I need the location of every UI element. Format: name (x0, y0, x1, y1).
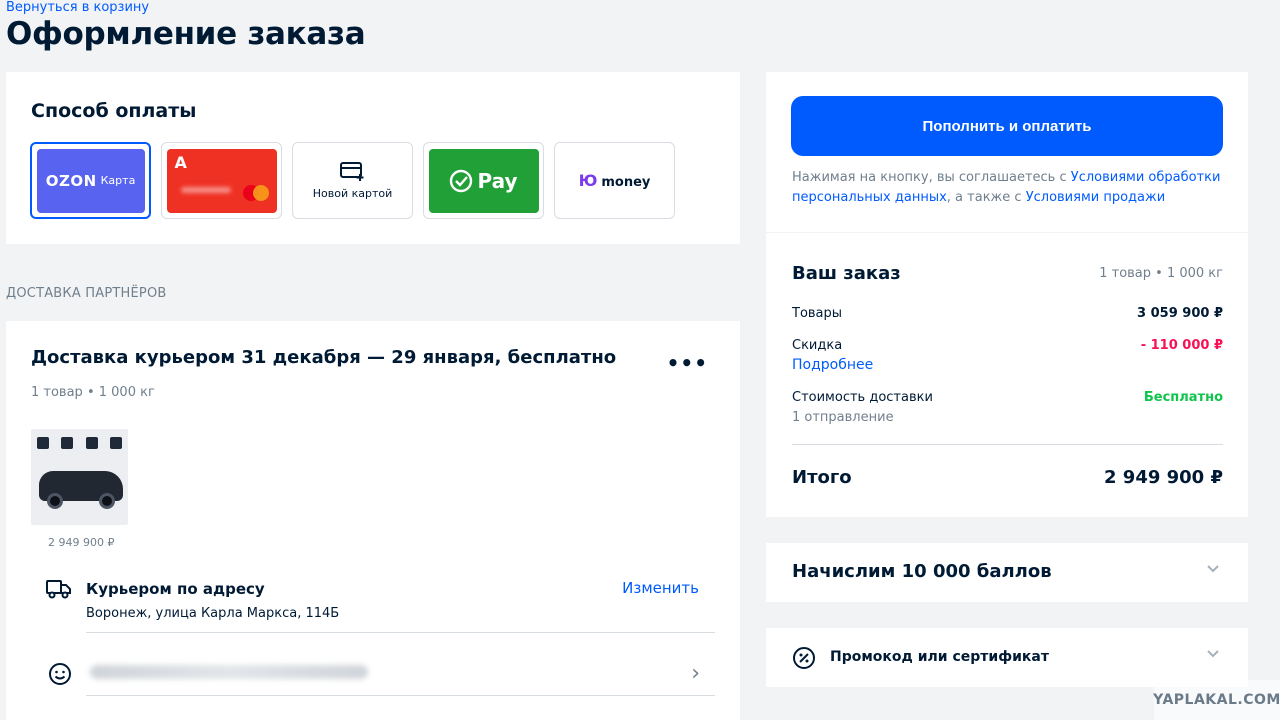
mastercard-icon (242, 184, 269, 201)
chevron-right-icon[interactable]: › (691, 661, 700, 686)
shipping-cost-value: Бесплатно (1143, 390, 1223, 405)
sberpay-logo: Pay (428, 148, 539, 213)
delivery-title: Доставка курьером 31 декабря — 29 января… (31, 347, 617, 368)
topup-and-pay-button[interactable]: Пополнить и оплатить (791, 96, 1223, 156)
ozon-brand-text: OZON (45, 171, 97, 190)
alfa-logo-letter: А (174, 152, 187, 172)
discount-label: Скидка (792, 338, 843, 353)
payment-method-card: Способ оплаты OZON Карта А Новой картой (6, 72, 740, 244)
sberpay-text: Pay (477, 168, 518, 193)
checkout-action-card: Пополнить и оплатить Нажимая на кнопку, … (766, 72, 1248, 232)
more-options-icon[interactable]: ••• (667, 351, 708, 375)
promo-code-card[interactable]: Промокод или сертификат (766, 628, 1248, 687)
bonus-points-card[interactable]: Начислим 10 000 баллов (766, 543, 1248, 602)
payment-method-alfa-card[interactable]: А (161, 142, 282, 219)
payment-method-new-card[interactable]: Новой картой (292, 142, 413, 219)
shipping-cost-label: Стоимость доставки (792, 390, 933, 405)
goods-label: Товары (792, 306, 843, 321)
terms-text-1: Нажимая на кнопку, вы соглашаетесь с (792, 170, 1071, 185)
change-address-link[interactable]: Изменить (622, 579, 699, 597)
payment-method-sberpay[interactable]: Pay (423, 142, 544, 219)
ozon-card-sub: Карта (100, 174, 136, 187)
chevron-down-icon (1207, 650, 1219, 658)
terms-text: Нажимая на кнопку, вы соглашаетесь с Усл… (792, 168, 1222, 208)
ozon-card-logo: OZON Карта (36, 148, 145, 213)
bonus-points-title: Начислим 10 000 баллов (792, 561, 1052, 582)
courier-delivery-title: Курьером по адресу (86, 580, 265, 598)
yoomoney-mark: Ю (578, 171, 598, 190)
back-to-cart-link[interactable]: Вернуться в корзину (6, 0, 149, 15)
total-value: 2 949 900 ₽ (1104, 467, 1223, 488)
goods-value: 3 059 900 ₽ (1137, 306, 1223, 321)
product-thumbnail[interactable] (31, 429, 128, 525)
truck-icon (46, 580, 71, 599)
thumbnail-badges (37, 437, 122, 449)
payment-method-yoomoney[interactable]: Юmoney (554, 142, 675, 219)
page-title: Оформление заказа (6, 16, 366, 52)
percent-icon (793, 647, 815, 669)
order-summary-title: Ваш заказ (792, 263, 901, 284)
yoomoney-text: money (601, 175, 651, 190)
watermark: YAPLAKAL.COM (1153, 680, 1280, 720)
divider (86, 632, 715, 633)
shipment-count: 1 отправление (792, 410, 894, 425)
alfa-card-image: А (166, 148, 277, 213)
divider (792, 444, 1223, 445)
total-label: Итого (792, 467, 852, 488)
payment-method-title: Способ оплаты (31, 100, 197, 122)
sale-terms-link[interactable]: Условиями продажи (1026, 190, 1165, 205)
car-wheel (47, 493, 63, 509)
car-wheel (99, 493, 115, 509)
chevron-down-icon (1207, 565, 1219, 573)
blurred-recipient-info (90, 665, 368, 679)
product-price: 2 949 900 ₽ (48, 536, 115, 549)
yoomoney-logo: Юmoney (579, 171, 651, 190)
blurred-card-number (180, 186, 231, 193)
terms-text-2: , а также с (946, 190, 1026, 205)
new-card-label: Новой картой (312, 187, 393, 200)
check-circle-icon (450, 169, 473, 192)
payment-method-ozon-card[interactable]: OZON Карта (30, 142, 151, 219)
partner-delivery-label: ДОСТАВКА ПАРТНЁРОВ (6, 286, 167, 301)
promo-code-title: Промокод или сертификат (830, 649, 1049, 665)
payment-methods-list: OZON Карта А Новой картой Pay Ю money (30, 142, 675, 219)
add-card-icon (339, 162, 363, 181)
delivery-meta: 1 товар • 1 000 кг (31, 385, 155, 400)
order-summary-card: Ваш заказ 1 товар • 1 000 кг Товары 3 05… (766, 233, 1248, 517)
courier-address: Воронеж, улица Карла Маркса, 114Б (86, 606, 340, 621)
order-summary-meta: 1 товар • 1 000 кг (1099, 266, 1223, 281)
discount-details-link[interactable]: Подробнее (792, 357, 873, 373)
recipient-icon (49, 663, 71, 685)
discount-value: - 110 000 ₽ (1140, 338, 1223, 353)
divider (86, 695, 715, 696)
delivery-card: Доставка курьером 31 декабря — 29 января… (6, 321, 740, 720)
